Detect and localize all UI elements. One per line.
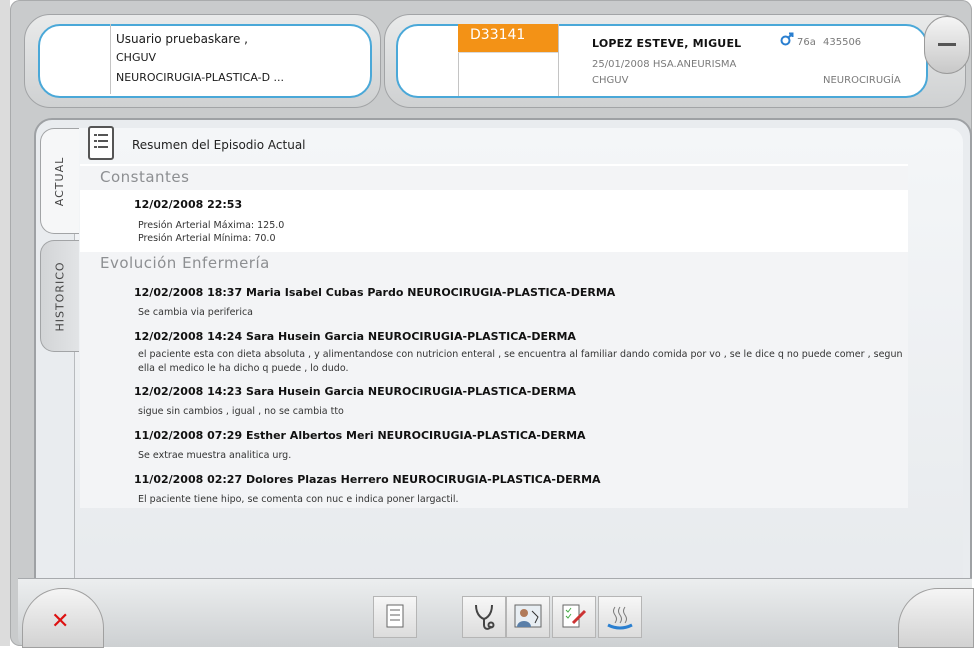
summary-list-icon — [88, 126, 114, 160]
male-icon — [780, 31, 794, 46]
close-icon: ✕ — [51, 609, 70, 634]
window-edge — [0, 0, 10, 646]
entry-header: 12/02/2008 14:24 Sara Husein Garcia NEUR… — [134, 330, 576, 343]
entry-text: Se extrae muestra analitica urg. — [138, 450, 292, 461]
user-center: CHGUV — [116, 51, 157, 64]
section-header-constantes: Constantes — [80, 166, 908, 190]
entry-text: El paciente tiene hipo, se comenta con n… — [138, 494, 459, 505]
stethoscope-icon[interactable] — [462, 596, 506, 638]
minus-icon — [938, 43, 956, 46]
episode-code[interactable]: D33141 — [458, 24, 558, 52]
minimize-button[interactable] — [924, 16, 970, 74]
doctor-chart-icon[interactable] — [506, 596, 550, 638]
user-name: Usuario pruebaskare , — [116, 32, 248, 46]
tab-actual[interactable]: ACTUAL — [40, 128, 79, 234]
tab-historico-label: HISTORICO — [53, 260, 67, 332]
tab-actual-label: ACTUAL — [53, 156, 67, 206]
entry-text: sigue sin cambios , igual , no se cambia… — [138, 406, 344, 417]
summary-list-icon[interactable] — [373, 596, 417, 638]
divider — [110, 24, 111, 94]
entry-header: 12/02/2008 18:37 Maria Isabel Cubas Pard… — [134, 286, 616, 299]
divider — [558, 24, 559, 96]
checklist-edit-icon[interactable] — [552, 596, 596, 638]
summary-title: Resumen del Episodio Actual — [132, 138, 306, 152]
department-name: NEUROCIRUGÍA — [823, 75, 901, 86]
admission-info: 25/01/2008 HSA.ANEURISMA — [592, 59, 737, 70]
hospital-name: CHGUV — [592, 75, 629, 86]
user-service: NEUROCIRUGIA-PLASTICA-D ... — [116, 71, 285, 84]
bath-steam-icon[interactable] — [598, 596, 642, 638]
constantes-entry-date: 12/02/2008 22:53 — [134, 198, 243, 211]
entry-text: Se cambia via periferica — [138, 307, 254, 318]
constant-line: Presión Arterial Mínima: 70.0 — [138, 233, 276, 244]
patient-id: 435506 — [823, 37, 862, 48]
episode-summary: Constantes 12/02/2008 22:53 Presión Arte… — [80, 164, 908, 508]
patient-name: LOPEZ ESTEVE, MIGUEL — [592, 37, 742, 50]
constant-line: Presión Arterial Máxima: 125.0 — [138, 220, 285, 231]
entry-header: 11/02/2008 07:29 Esther Albertos Meri NE… — [134, 429, 586, 442]
entry-text: el paciente esta con dieta absoluta , y … — [138, 349, 903, 374]
divider — [458, 52, 558, 53]
tab-historico[interactable]: HISTORICO — [40, 240, 79, 352]
entry-header: 12/02/2008 14:23 Sara Husein Garcia NEUR… — [134, 385, 576, 398]
patient-age: 76a — [797, 37, 816, 48]
entry-header: 11/02/2008 02:27 Dolores Plazas Herrero … — [134, 473, 601, 486]
